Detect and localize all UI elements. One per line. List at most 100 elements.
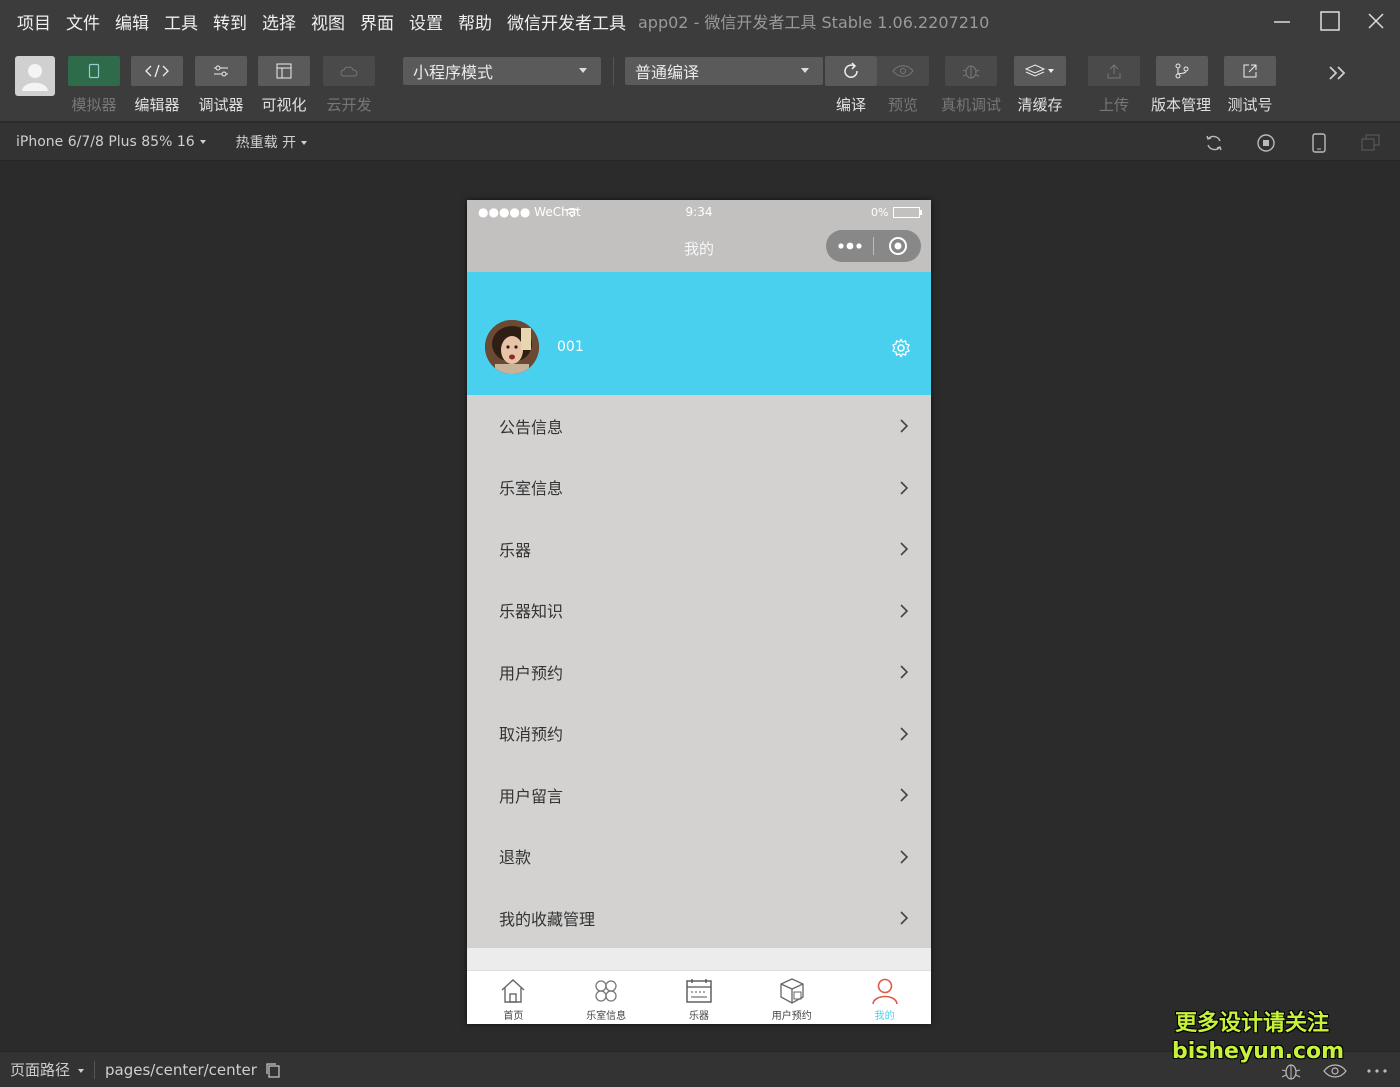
watermark-line-1: 更多设计请关注: [1174, 1011, 1329, 1036]
close-icon: [1368, 13, 1384, 29]
chevron-right-icon: [900, 419, 909, 433]
editor-button[interactable]: 编辑器: [131, 56, 183, 115]
menu-tools[interactable]: 工具: [164, 9, 198, 34]
home-icon: [501, 979, 525, 1003]
maximize-button[interactable]: [1306, 0, 1354, 42]
tab-room-info[interactable]: 乐室信息: [560, 971, 653, 1024]
menu-item-room-info[interactable]: 乐室信息: [467, 457, 931, 519]
tab-home[interactable]: 首页: [467, 971, 560, 1024]
tab-label: 乐室信息: [586, 1011, 627, 1022]
detach-window-button[interactable]: [1358, 130, 1384, 156]
copy-icon[interactable]: [265, 1062, 281, 1078]
toolbar: 模拟器 编辑器 调试器 可视化 云开发 小程序模式 普通编译 编译 预览 真机调…: [0, 42, 1400, 122]
menu-file[interactable]: 文件: [66, 9, 100, 34]
menu-item-cancel-booking[interactable]: 取消预约: [467, 703, 931, 765]
tab-profile[interactable]: 我的: [838, 971, 931, 1024]
profile-avatar[interactable]: [485, 320, 539, 374]
watermark: 更多设计请关注 bisheyun.com: [1172, 1010, 1344, 1066]
visual-button[interactable]: 可视化: [258, 56, 310, 115]
refresh-icon: [844, 62, 858, 78]
stop-button[interactable]: [1253, 130, 1279, 156]
menu-item-favorites[interactable]: 我的收藏管理: [467, 887, 931, 949]
menu-item-label: 公告信息: [499, 417, 564, 437]
menu-interface[interactable]: 界面: [360, 9, 394, 34]
tab-bar: 首页 乐室信息 乐器 用户预约 我的: [467, 970, 931, 1024]
user-avatar-button[interactable]: [15, 56, 55, 96]
menu-help[interactable]: 帮助: [458, 9, 492, 34]
compile-select[interactable]: 普通编译: [625, 57, 823, 85]
device-debug-button[interactable]: 真机调试: [941, 56, 1001, 115]
menu-settings[interactable]: 设置: [409, 9, 443, 34]
menu-item-refund[interactable]: 退款: [467, 826, 931, 888]
simulator-label: 模拟器: [71, 96, 117, 114]
layout-icon: [276, 63, 292, 79]
menu-list: 公告信息 乐室信息 乐器 乐器知识 用户预约 取消预约 用户留言 退款 我的收藏…: [467, 395, 931, 949]
tab-label: 首页: [503, 1011, 524, 1022]
menu-item-instrument-knowledge[interactable]: 乐器知识: [467, 580, 931, 642]
page-path-select[interactable]: 页面路径: [10, 1059, 85, 1080]
version-label: 版本管理: [1151, 96, 1212, 114]
phone-simulator: ●●●●● WeChat 9:34 0% 我的 001 公告信息 乐室信息 乐器…: [467, 200, 931, 1024]
menu-item-user-messages[interactable]: 用户留言: [467, 764, 931, 826]
menu-item-label: 退款: [499, 848, 532, 868]
preview-button[interactable]: 预览: [877, 56, 929, 115]
tab-instruments[interactable]: 乐器: [653, 971, 746, 1024]
upload-icon: [1107, 64, 1121, 79]
close-miniprogram-button[interactable]: [874, 230, 921, 262]
cloud-icon: [340, 66, 358, 77]
upload-button[interactable]: 上传: [1088, 56, 1140, 115]
chevron-down-icon: [579, 68, 587, 73]
minimize-button[interactable]: [1258, 0, 1306, 42]
compile-button[interactable]: 编译: [825, 56, 877, 115]
battery-icon: [893, 207, 922, 218]
more-horizontal-icon[interactable]: [1366, 1068, 1388, 1074]
rotate-button[interactable]: [1201, 130, 1227, 156]
chevron-down-icon: [199, 139, 206, 144]
profile-header: 001: [467, 272, 931, 395]
test-account-label: 测试号: [1227, 96, 1273, 114]
page-path-label: 页面路径: [10, 1061, 71, 1079]
test-account-button[interactable]: 测试号: [1224, 56, 1276, 115]
more-button[interactable]: [826, 230, 873, 262]
chevron-right-icon: [900, 849, 909, 864]
clear-cache-button[interactable]: 清缓存: [1014, 56, 1066, 115]
menu-item-user-booking[interactable]: 用户预约: [467, 641, 931, 703]
menu-item-instruments[interactable]: 乐器: [467, 518, 931, 580]
content-spacer: [467, 948, 931, 970]
chevron-down-icon: [78, 1068, 85, 1073]
window-title: app02 - 微信开发者工具 Stable 1.06.2207210: [638, 13, 990, 32]
expand-toolbar-button[interactable]: [1326, 64, 1348, 86]
device-frame-button[interactable]: [1306, 130, 1332, 156]
gear-icon[interactable]: [891, 338, 911, 358]
bug-icon: [962, 65, 980, 79]
menu-project[interactable]: 项目: [17, 9, 51, 34]
menu-edit[interactable]: 编辑: [115, 9, 149, 34]
tab-user-booking[interactable]: 用户预约: [745, 971, 838, 1024]
mode-select-value: 小程序模式: [413, 63, 494, 82]
menu-view[interactable]: 视图: [311, 9, 345, 34]
mobile-icon: [1312, 133, 1326, 153]
divider: [94, 1060, 96, 1079]
mode-select[interactable]: 小程序模式: [403, 57, 601, 85]
compile-label: 编译: [835, 96, 866, 114]
calendar-board-icon: [686, 979, 712, 1003]
cloud-button[interactable]: 云开发: [323, 56, 375, 115]
clear-cache-label: 清缓存: [1017, 96, 1063, 114]
phone-nav-bar: 我的: [467, 224, 931, 272]
chevron-right-icon: [900, 480, 909, 495]
hot-reload-select[interactable]: 热重载 开: [236, 132, 308, 152]
layers-icon: [1025, 64, 1054, 77]
menu-goto[interactable]: 转到: [213, 9, 247, 34]
device-select[interactable]: iPhone 6/7/8 Plus 85% 16: [16, 134, 206, 150]
menu-select[interactable]: 选择: [262, 9, 296, 34]
menu-wechat-devtools[interactable]: 微信开发者工具: [507, 9, 626, 34]
more-dots-icon: [837, 242, 862, 250]
version-button[interactable]: 版本管理: [1151, 56, 1211, 115]
menu-item-announcements[interactable]: 公告信息: [467, 395, 931, 457]
close-button[interactable]: [1352, 0, 1400, 42]
upload-label: 上传: [1098, 96, 1129, 114]
chevron-right-icon: [900, 665, 909, 679]
menu-item-label: 用户留言: [499, 786, 564, 806]
simulator-button[interactable]: 模拟器: [68, 56, 120, 115]
debugger-button[interactable]: 调试器: [195, 56, 247, 115]
